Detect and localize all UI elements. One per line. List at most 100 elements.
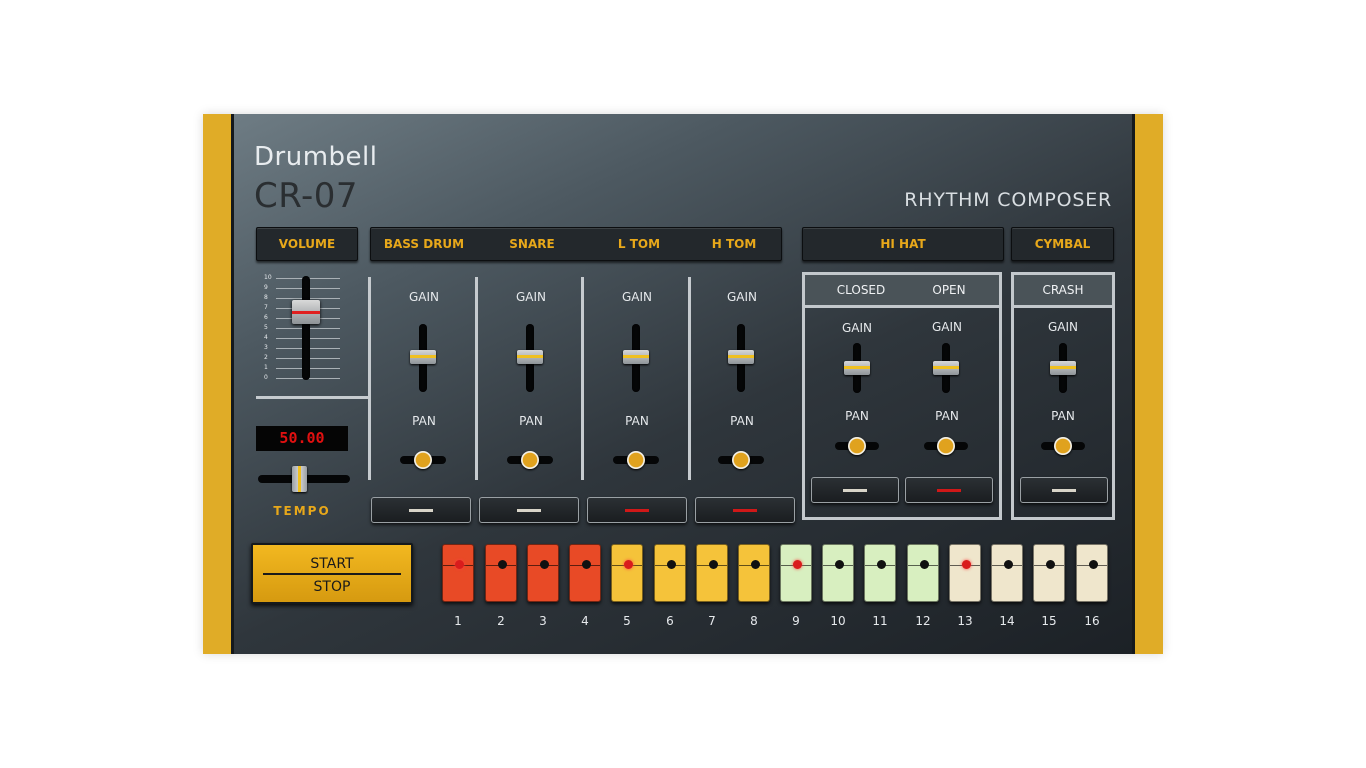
bass-drum-pan-knob[interactable] bbox=[414, 451, 432, 469]
h-tom-gain-knob[interactable] bbox=[728, 350, 754, 364]
step-button-5[interactable] bbox=[611, 544, 643, 602]
l-tom-gain-knob[interactable] bbox=[623, 350, 649, 364]
gain-label: GAIN bbox=[408, 290, 440, 304]
step-number: 4 bbox=[581, 614, 589, 628]
snare-mute-button[interactable] bbox=[479, 497, 579, 523]
step-button-16[interactable] bbox=[1076, 544, 1108, 602]
start-stop-button[interactable]: START STOP bbox=[251, 543, 413, 604]
volume-divider bbox=[256, 396, 368, 399]
step-button-3[interactable] bbox=[527, 544, 559, 602]
step-led bbox=[582, 560, 591, 569]
step-number: 9 bbox=[792, 614, 800, 628]
mute-led bbox=[625, 509, 649, 512]
volume-header: VOLUME bbox=[256, 227, 358, 261]
closed-label: CLOSED bbox=[836, 283, 886, 297]
bass-drum-gain-knob[interactable] bbox=[410, 350, 436, 364]
step-number: 15 bbox=[1041, 614, 1057, 628]
channel-divider bbox=[368, 277, 371, 480]
step-button-11[interactable] bbox=[864, 544, 896, 602]
closed-gain-knob[interactable] bbox=[844, 361, 870, 375]
scale-tick: 2 bbox=[264, 354, 268, 361]
step-led bbox=[835, 560, 844, 569]
step-button-7[interactable] bbox=[696, 544, 728, 602]
gain-label: GAIN bbox=[931, 320, 963, 334]
stop-label: STOP bbox=[313, 579, 351, 595]
l-tom-pan-knob[interactable] bbox=[627, 451, 645, 469]
gain-label: GAIN bbox=[1047, 320, 1079, 334]
channel-divider bbox=[688, 277, 691, 480]
step-led bbox=[1089, 560, 1098, 569]
pan-label: PAN bbox=[412, 414, 436, 428]
crash-label: CRASH bbox=[1042, 283, 1084, 297]
open-mute-button[interactable] bbox=[905, 477, 993, 503]
step-button-9[interactable] bbox=[780, 544, 812, 602]
gain-label: GAIN bbox=[726, 290, 758, 304]
pan-label: PAN bbox=[519, 414, 543, 428]
tempo-slider-knob[interactable] bbox=[292, 466, 307, 492]
l-tom-mute-button[interactable] bbox=[587, 497, 687, 523]
step-number: 3 bbox=[539, 614, 547, 628]
crash-pan-knob[interactable] bbox=[1054, 437, 1072, 455]
scale-tick: 3 bbox=[264, 344, 268, 351]
crash-mute-button[interactable] bbox=[1020, 477, 1108, 503]
scale-tick: 8 bbox=[264, 294, 268, 301]
mute-led bbox=[517, 509, 541, 512]
closed-pan-knob[interactable] bbox=[848, 437, 866, 455]
step-led bbox=[920, 560, 929, 569]
step-button-13[interactable] bbox=[949, 544, 981, 602]
mute-led bbox=[733, 509, 757, 512]
step-number: 11 bbox=[872, 614, 888, 628]
step-button-10[interactable] bbox=[822, 544, 854, 602]
model-name: CR-07 bbox=[254, 176, 359, 216]
step-led bbox=[962, 560, 971, 569]
scale-tick: 0 bbox=[264, 374, 268, 381]
step-number: 10 bbox=[830, 614, 846, 628]
step-button-1[interactable] bbox=[442, 544, 474, 602]
step-button-12[interactable] bbox=[907, 544, 939, 602]
step-led bbox=[751, 560, 760, 569]
step-led bbox=[540, 560, 549, 569]
snare-label: SNARE bbox=[509, 237, 555, 251]
step-number: 1 bbox=[454, 614, 462, 628]
snare-gain-knob[interactable] bbox=[517, 350, 543, 364]
step-number: 7 bbox=[708, 614, 716, 628]
hi-hat-header-label: HI HAT bbox=[880, 237, 926, 251]
product-subtitle: RHYTHM COMPOSER bbox=[904, 189, 1112, 211]
step-button-15[interactable] bbox=[1033, 544, 1065, 602]
open-gain-knob[interactable] bbox=[933, 361, 959, 375]
h-tom-mute-button[interactable] bbox=[695, 497, 795, 523]
h-tom-pan-knob[interactable] bbox=[732, 451, 750, 469]
step-button-4[interactable] bbox=[569, 544, 601, 602]
bass-drum-mute-button[interactable] bbox=[371, 497, 471, 523]
step-led bbox=[1046, 560, 1055, 569]
mute-led bbox=[843, 489, 867, 492]
step-led bbox=[709, 560, 718, 569]
start-label: START bbox=[310, 556, 354, 572]
step-button-14[interactable] bbox=[991, 544, 1023, 602]
step-button-8[interactable] bbox=[738, 544, 770, 602]
step-led bbox=[667, 560, 676, 569]
scale-tick: 9 bbox=[264, 284, 268, 291]
hi-hat-subheader: CLOSED OPEN bbox=[805, 275, 999, 308]
step-number: 14 bbox=[999, 614, 1015, 628]
step-button-2[interactable] bbox=[485, 544, 517, 602]
mute-led bbox=[937, 489, 961, 492]
open-pan-knob[interactable] bbox=[937, 437, 955, 455]
drums-header: BASS DRUM SNARE L TOM H TOM bbox=[370, 227, 782, 261]
volume-fader-knob[interactable] bbox=[292, 300, 320, 324]
h-tom-label: H TOM bbox=[711, 237, 757, 251]
step-button-6[interactable] bbox=[654, 544, 686, 602]
channel-divider bbox=[475, 277, 478, 480]
closed-mute-button[interactable] bbox=[811, 477, 899, 503]
l-tom-label: L TOM bbox=[617, 237, 661, 251]
step-led bbox=[793, 560, 802, 569]
scale-tick: 1 bbox=[264, 364, 268, 371]
cymbal-header-label: CYMBAL bbox=[1034, 237, 1091, 251]
step-led bbox=[455, 560, 464, 569]
channel-divider bbox=[581, 277, 584, 480]
snare-pan-knob[interactable] bbox=[521, 451, 539, 469]
cymbal-subheader: CRASH bbox=[1014, 275, 1112, 308]
gain-label: GAIN bbox=[515, 290, 547, 304]
volume-fader-track[interactable] bbox=[302, 276, 310, 380]
crash-gain-knob[interactable] bbox=[1050, 361, 1076, 375]
